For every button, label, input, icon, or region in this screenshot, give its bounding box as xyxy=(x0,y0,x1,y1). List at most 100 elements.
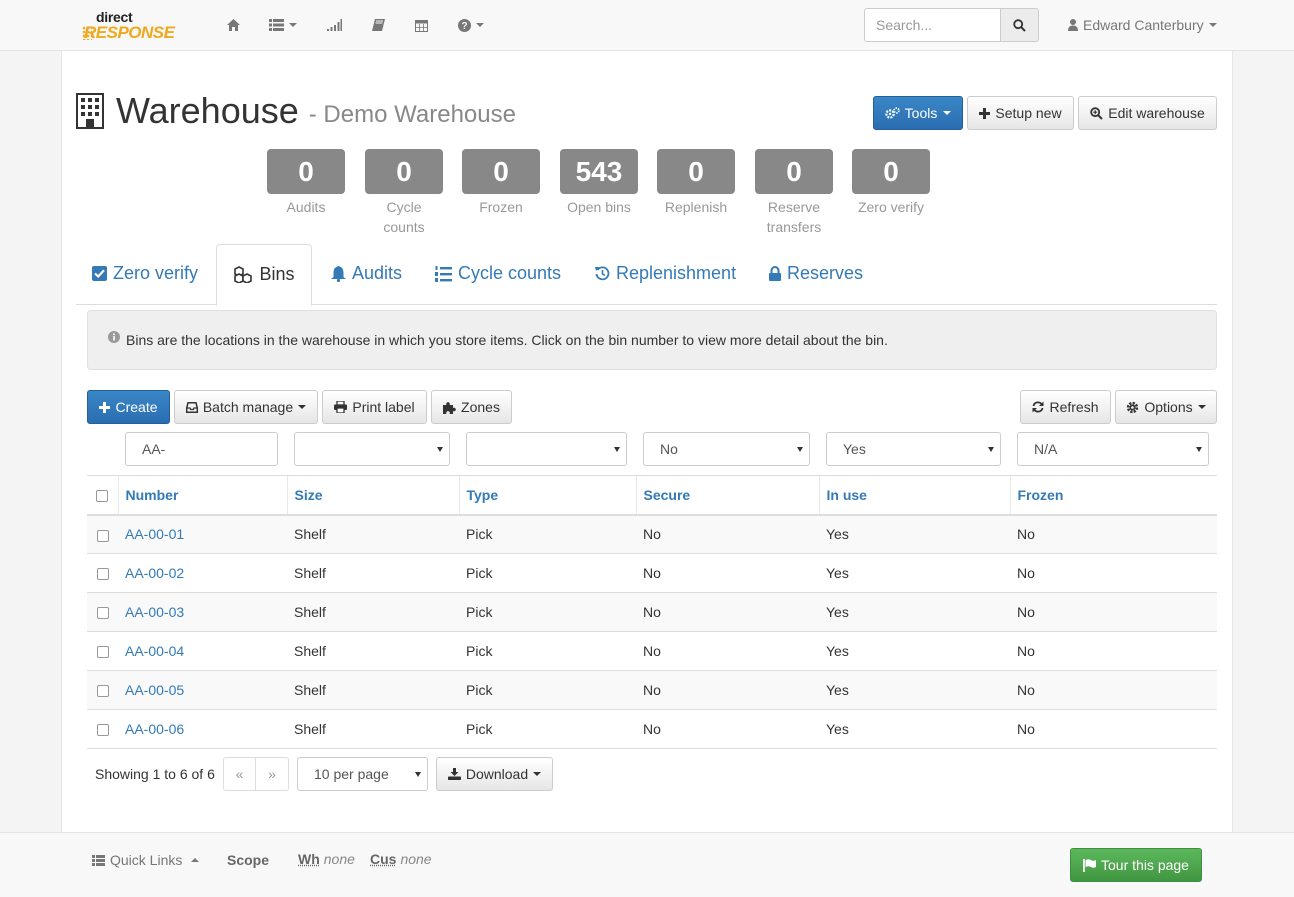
caret-down-icon xyxy=(1197,405,1206,409)
download-button[interactable]: Download xyxy=(436,757,553,791)
size-cell: Shelf xyxy=(287,592,459,632)
filter-size-select[interactable] xyxy=(294,432,450,466)
plus-icon xyxy=(99,401,111,413)
filter-number-input[interactable]: AA- xyxy=(125,432,278,466)
question-icon[interactable]: ? xyxy=(458,16,484,34)
tour-page-button[interactable]: Tour this page xyxy=(1070,848,1202,882)
page-header: Warehouse - Demo Warehouse xyxy=(76,90,516,132)
bin-number-cell: AA-00-02 xyxy=(118,553,287,593)
column-header-frozen[interactable]: Frozen xyxy=(1009,475,1217,516)
bin-number-link[interactable]: AA-00-01 xyxy=(125,526,184,542)
bin-number-link[interactable]: AA-00-04 xyxy=(125,643,184,659)
bin-number-link[interactable]: AA-00-03 xyxy=(125,604,184,620)
batch-manage-button[interactable]: Batch manage xyxy=(174,390,318,424)
info-message: Bins are the locations in the warehouse … xyxy=(87,310,1217,370)
dropdown-arrow-icon xyxy=(1196,447,1202,452)
tab-label: Replenishment xyxy=(616,263,737,283)
stat-zero-verify[interactable]: 0 Zero verify xyxy=(852,149,930,217)
tab-bar: Zero verify Bins Audits Cycle counts Rep… xyxy=(76,244,1217,306)
user-icon xyxy=(1068,19,1078,31)
next-page-button[interactable]: » xyxy=(256,757,289,791)
tools-button[interactable]: Tools xyxy=(873,96,963,130)
zoom-in-icon xyxy=(1090,106,1103,120)
table-row: AA-00-05 Shelf Pick No Yes No xyxy=(87,670,1217,710)
bin-number-cell: AA-00-03 xyxy=(118,592,287,632)
stat-label: Open bins xyxy=(567,199,631,215)
tab-label: Cycle counts xyxy=(458,263,562,283)
stat-frozen[interactable]: 0 Frozen xyxy=(462,149,540,217)
tab-label: Reserves xyxy=(787,263,864,283)
stat-cycle-counts[interactable]: 0 Cycle counts xyxy=(365,149,443,237)
filter-secure-select[interactable]: No xyxy=(643,432,810,466)
zones-label: Zones xyxy=(461,399,500,415)
row-checkbox[interactable] xyxy=(96,568,109,581)
tab-zero-verify[interactable]: Zero verify xyxy=(92,244,198,305)
refresh-button[interactable]: Refresh xyxy=(1020,390,1111,424)
logo-text-response: RESPONSE xyxy=(84,23,175,42)
page-subtitle: - Demo Warehouse xyxy=(308,101,516,128)
in-use-cell: Yes xyxy=(819,670,1010,710)
filter-type-select[interactable] xyxy=(466,432,627,466)
signal-icon[interactable] xyxy=(327,16,342,34)
dropdown-arrow-icon xyxy=(797,447,803,452)
scope-customer[interactable]: Cus none xyxy=(370,851,432,867)
stat-audits[interactable]: 0 Audits xyxy=(267,149,345,217)
per-page-select[interactable]: 10 per page xyxy=(297,757,428,791)
stat-label: Reserve transfers xyxy=(766,199,822,235)
bin-number-link[interactable]: AA-00-06 xyxy=(125,721,184,737)
per-page-value: 10 per page xyxy=(314,766,389,782)
row-checkbox-cell xyxy=(87,592,118,632)
tools-label: Tools xyxy=(904,105,938,121)
row-checkbox-cell xyxy=(87,631,118,671)
edit-warehouse-button[interactable]: Edit warehouse xyxy=(1078,96,1217,130)
history-icon xyxy=(595,266,610,281)
column-header-in-use[interactable]: In use xyxy=(818,475,1010,516)
row-checkbox[interactable] xyxy=(96,685,109,698)
stat-open-bins[interactable]: 543 Open bins xyxy=(560,149,638,217)
search-input[interactable] xyxy=(864,8,1001,42)
tab-cycle-counts[interactable]: Cycle counts xyxy=(435,244,561,305)
row-checkbox[interactable] xyxy=(96,529,109,542)
column-header-size[interactable]: Size xyxy=(286,475,459,516)
bin-number-link[interactable]: AA-00-02 xyxy=(125,565,184,581)
stat-replenish[interactable]: 0 Replenish xyxy=(657,149,735,217)
book-icon[interactable] xyxy=(372,16,385,34)
print-label-button[interactable]: Print label xyxy=(322,390,427,424)
setup-new-button[interactable]: Setup new xyxy=(967,96,1074,130)
options-label: Options xyxy=(1144,399,1193,415)
filter-in-use-select[interactable]: Yes xyxy=(826,432,1001,466)
search-button[interactable] xyxy=(1000,8,1039,42)
pagination: « » xyxy=(223,757,289,791)
zones-button[interactable]: Zones xyxy=(431,390,512,424)
tab-reserves[interactable]: Reserves xyxy=(769,244,863,305)
options-button[interactable]: Options xyxy=(1115,390,1217,424)
caret-down-icon xyxy=(533,772,542,776)
plus-icon xyxy=(979,107,991,119)
calendar-icon[interactable] xyxy=(415,16,428,34)
row-checkbox[interactable] xyxy=(96,724,109,737)
column-header-number[interactable]: Number xyxy=(117,475,287,516)
size-cell: Shelf xyxy=(287,709,459,749)
prev-page-button[interactable]: « xyxy=(223,757,256,791)
frozen-cell: No xyxy=(1010,670,1217,710)
tab-replenishment[interactable]: Replenishment xyxy=(595,244,736,305)
cubes-icon xyxy=(234,266,253,283)
column-header-type[interactable]: Type xyxy=(458,475,636,516)
list-icon[interactable] xyxy=(269,16,297,34)
quick-links-menu[interactable]: Quick Links xyxy=(92,852,200,868)
home-icon[interactable] xyxy=(227,16,240,34)
create-button[interactable]: Create xyxy=(87,390,170,424)
filter-frozen-value: N/A xyxy=(1034,441,1058,457)
bin-number-link[interactable]: AA-00-05 xyxy=(125,682,184,698)
filter-frozen-select[interactable]: N/A xyxy=(1017,432,1209,466)
tab-audits[interactable]: Audits xyxy=(331,244,402,305)
row-checkbox[interactable] xyxy=(96,607,109,620)
scope-warehouse[interactable]: Wh none xyxy=(298,851,355,867)
row-checkbox[interactable] xyxy=(96,646,109,659)
user-menu[interactable]: Edward Canterbury xyxy=(1068,17,1217,33)
tab-bins[interactable]: Bins xyxy=(216,244,312,306)
column-header-secure[interactable]: Secure xyxy=(635,475,819,516)
select-all-checkbox[interactable] xyxy=(96,490,109,503)
stat-reserve-transfers[interactable]: 0 Reserve transfers xyxy=(755,149,833,237)
direct-response-logo[interactable]: direct RESPONSE xyxy=(82,9,192,43)
